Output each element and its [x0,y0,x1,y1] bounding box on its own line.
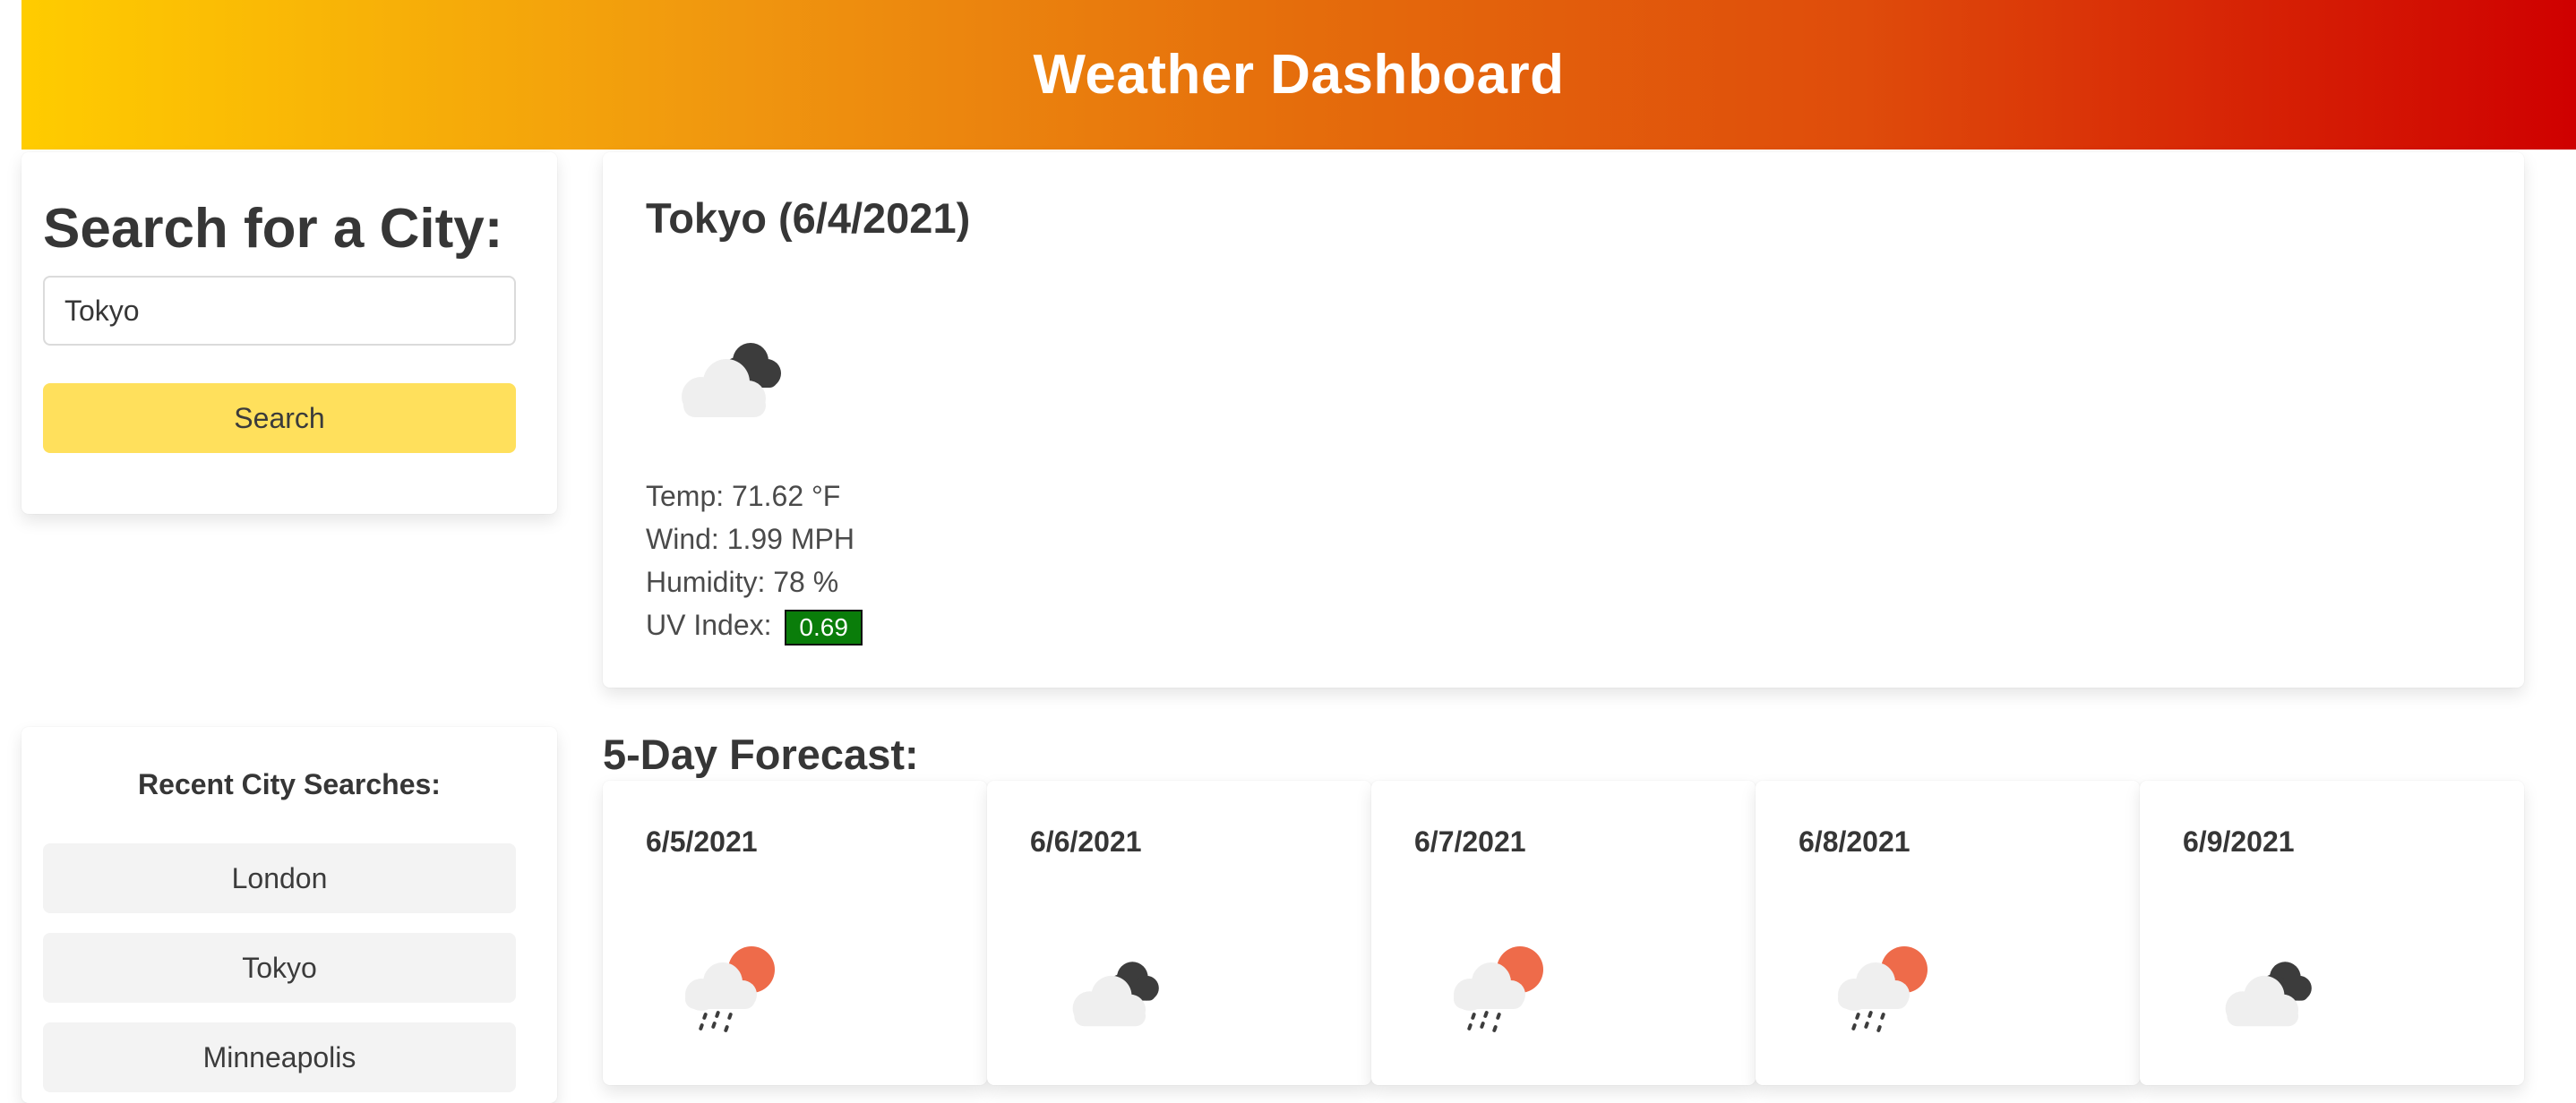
current-uv: UV Index: 0.69 [646,609,863,646]
recent-city-button-tokyo[interactable]: Tokyo [43,933,516,1003]
rain-sun-icon [674,937,791,1036]
page-title: Weather Dashboard [1033,44,1565,106]
forecast-date: 6/6/2021 [1030,825,1142,858]
cloudy-icon [1059,937,1175,1036]
app-header: Weather Dashboard [21,0,2576,150]
recent-city-button-minneapolis[interactable]: Minneapolis [43,1022,516,1092]
forecast-date: 6/5/2021 [646,825,758,858]
cloudy-icon [2211,937,2328,1036]
search-title: Search for a City: [43,198,503,260]
search-button[interactable]: Search [43,383,516,453]
forecast-card: 6/9/2021 [2140,781,2524,1085]
forecast-card: 6/7/2021 [1371,781,1756,1085]
recent-searches-panel: Recent City Searches: London Tokyo Minne… [21,727,557,1103]
current-city-title: Tokyo (6/4/2021) [646,194,971,242]
forecast-card: 6/8/2021 [1756,781,2140,1085]
current-wind: Wind: 1.99 MPH [646,523,854,555]
uv-label: UV Index: [646,609,772,641]
forecast-card: 6/6/2021 [987,781,1371,1085]
rain-sun-icon [1827,937,1944,1036]
forecast-date: 6/9/2021 [2183,825,2295,858]
current-temp: Temp: 71.62 °F [646,480,841,512]
recent-city-button-london[interactable]: London [43,843,516,913]
forecast-title: 5-Day Forecast: [603,731,919,778]
recent-searches-title: Recent City Searches: [138,768,441,800]
forecast-date: 6/8/2021 [1799,825,1911,858]
current-humidity: Humidity: 78 % [646,566,839,598]
cloudy-icon [665,318,800,425]
uv-index-badge: 0.69 [785,609,863,646]
forecast-date: 6/7/2021 [1414,825,1526,858]
rain-sun-icon [1443,937,1559,1036]
search-panel: Search for a City: Search [21,152,557,514]
forecast-card: 6/5/2021 [603,781,987,1085]
current-weather-card: Tokyo (6/4/2021) Temp: 71.62 °F Wind: 1.… [603,152,2524,688]
city-search-input[interactable] [43,276,516,346]
